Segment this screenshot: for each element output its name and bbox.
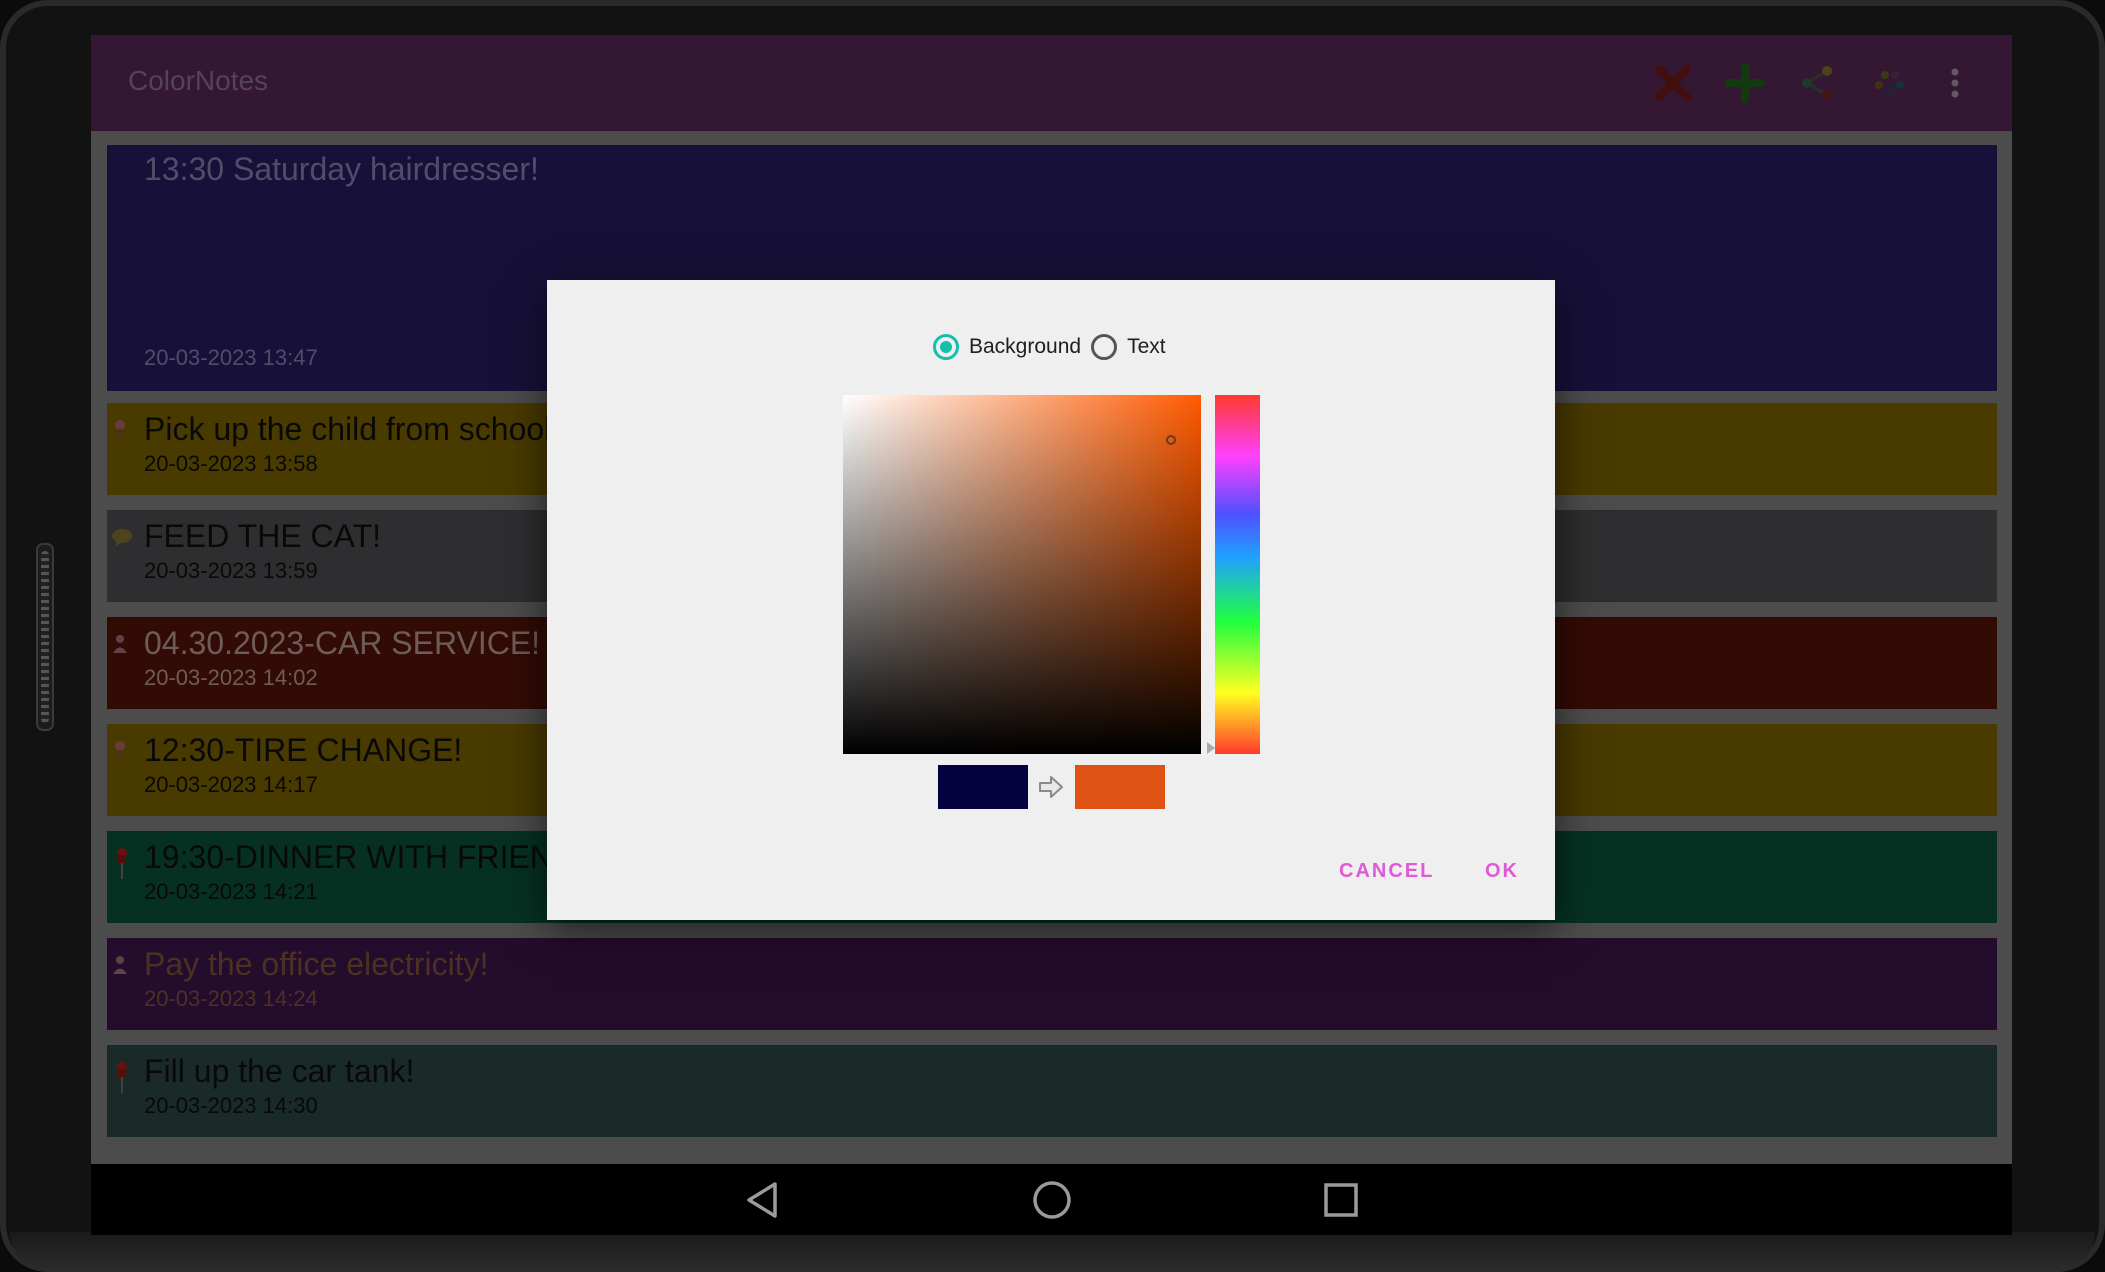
recents-button[interactable]: [1319, 1178, 1363, 1222]
device-screen: ColorNotes 13:30 Saturday hairdresser! 2…: [91, 35, 2012, 1235]
home-icon: [1033, 1181, 1071, 1219]
arrow-right-icon: [1039, 776, 1063, 798]
old-color-swatch: [938, 765, 1028, 809]
ok-button[interactable]: OK: [1485, 860, 1519, 883]
back-icon: [747, 1182, 777, 1218]
tablet-frame: ColorNotes 13:30 Saturday hairdresser! 2…: [0, 0, 2105, 1272]
tablet-side-button: [36, 543, 54, 731]
back-button[interactable]: [741, 1178, 785, 1222]
hue-slider-marker[interactable]: [1207, 742, 1215, 754]
tablet-bottom-edge: [10, 1232, 2095, 1272]
saturation-value-cursor[interactable]: [1166, 435, 1176, 445]
cancel-button[interactable]: CANCEL: [1339, 860, 1434, 883]
hue-slider[interactable]: [1215, 395, 1260, 754]
text-radio-label[interactable]: Text: [1127, 335, 1166, 359]
background-radio[interactable]: [933, 334, 959, 360]
color-picker-dialog: Background Text CANCEL OK: [547, 280, 1555, 920]
saturation-value-picker[interactable]: [843, 395, 1201, 754]
recents-icon: [1324, 1183, 1358, 1217]
color-target-radio-group: Background Text: [933, 330, 1176, 364]
background-radio-label[interactable]: Background: [969, 335, 1081, 359]
navigation-bar: [91, 1164, 2012, 1235]
text-radio[interactable]: [1091, 334, 1118, 360]
home-button[interactable]: [1030, 1178, 1074, 1222]
new-color-swatch: [1075, 765, 1165, 809]
